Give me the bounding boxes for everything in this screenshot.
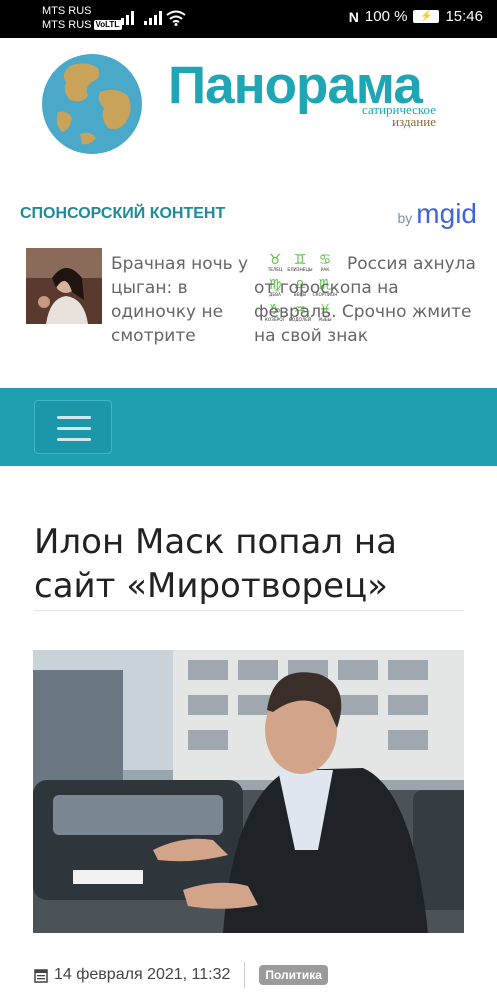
globe-logo-icon[interactable] bbox=[40, 52, 144, 156]
hamburger-icon bbox=[57, 416, 91, 419]
signal-icon bbox=[116, 11, 134, 25]
brand-tagline-line2: издание bbox=[392, 114, 436, 129]
sponsored-title: СПОНСОРСКИЙ КОНТЕНТ bbox=[20, 205, 226, 222]
article-photo[interactable] bbox=[33, 650, 464, 933]
carrier-1: MTS RUS bbox=[42, 5, 92, 17]
carrier-info: MTS RUS MTS RUS VoLTE bbox=[42, 4, 122, 32]
site-header[interactable]: Панорама сатирическое издание bbox=[0, 38, 497, 158]
battery-icon: ⚡ bbox=[413, 10, 440, 23]
ad-1-text[interactable]: Брачная ночь у цыган: в одиночку не смот… bbox=[111, 252, 251, 348]
ad-2-text[interactable]: Россия ахнула от гороскопа на февраль. С… bbox=[254, 252, 484, 348]
status-bar: MTS RUS MTS RUS VoLTE N 100 % ⚡ 15:46 bbox=[0, 0, 497, 38]
brand-tagline: сатирическое издание bbox=[340, 103, 436, 129]
nav-bar bbox=[0, 388, 497, 466]
clock: 15:46 bbox=[445, 8, 483, 25]
category-tag[interactable]: Политика bbox=[259, 965, 328, 985]
mgid-logo[interactable]: by mgid bbox=[398, 198, 478, 230]
title-divider bbox=[34, 610, 464, 611]
signal-icon-2 bbox=[144, 11, 162, 25]
carrier-2: MTS RUS bbox=[42, 19, 92, 31]
ad-1-image[interactable] bbox=[26, 248, 102, 324]
battery-percent: 100 % bbox=[364, 8, 408, 25]
mgid-by: by bbox=[397, 210, 413, 226]
article-meta: 14 февраля 2021, 11:32 Политика bbox=[34, 962, 474, 988]
calendar-icon bbox=[34, 968, 48, 983]
menu-button[interactable] bbox=[34, 400, 112, 454]
article-title: Илон Маск попал на сайт «Миротворец» bbox=[34, 522, 397, 606]
meta-separator bbox=[244, 962, 246, 988]
mgid-wordmark: mgid bbox=[416, 198, 477, 229]
wifi-icon bbox=[166, 10, 186, 26]
nfc-icon: N bbox=[348, 8, 359, 25]
article-date: 14 февраля 2021, 11:32 bbox=[54, 966, 231, 983]
